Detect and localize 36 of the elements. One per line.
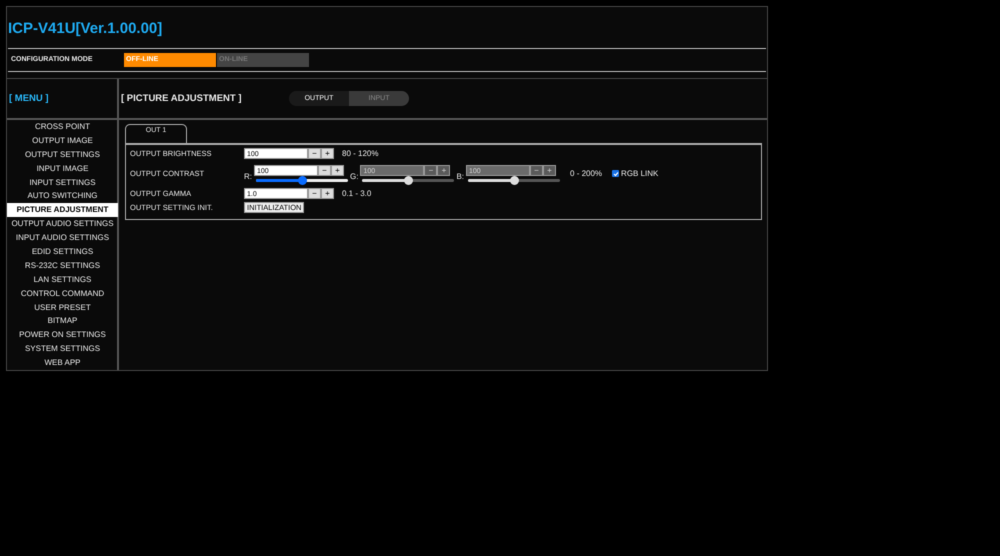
menu-title: [ MENU ]	[7, 78, 117, 120]
menu-item[interactable]: OUTPUT SETTINGS	[7, 148, 118, 162]
menu-item[interactable]: OUTPUT AUDIO SETTINGS	[7, 217, 118, 232]
menu-item[interactable]: CONTROL COMMAND	[7, 286, 118, 301]
menu-item[interactable]: LAN SETTINGS	[7, 272, 118, 287]
slider-handle[interactable]	[298, 176, 307, 186]
menu-item[interactable]: PICTURE ADJUSTMENT	[7, 203, 118, 218]
channel-label: R:	[244, 172, 252, 182]
checkbox[interactable]	[612, 170, 620, 178]
menu-item[interactable]: USER PRESET	[7, 300, 118, 314]
decrement-button[interactable]: −	[318, 165, 331, 176]
menu-item[interactable]: INPUT IMAGE	[7, 162, 118, 176]
menu-item[interactable]: BITMAP	[7, 314, 118, 328]
page-title: [ PICTURE ADJUSTMENT ]	[121, 92, 243, 104]
menu-item[interactable]: AUTO SWITCHING	[7, 189, 118, 204]
increment-button[interactable]: +	[331, 165, 344, 176]
checkbox-label: RGB LINK	[621, 169, 658, 178]
range-text: 0.1 - 3.0	[342, 189, 372, 198]
increment-button[interactable]: +	[321, 148, 334, 160]
channel-label: B:	[456, 172, 464, 182]
menu-item[interactable]: OUTPUT IMAGE	[7, 134, 118, 148]
menu-item[interactable]: INPUT SETTINGS	[7, 176, 118, 190]
menu-item[interactable]: INPUT AUDIO SETTINGS	[7, 231, 118, 245]
menu-item[interactable]: POWER ON SETTINGS	[7, 328, 118, 342]
menu-item[interactable]: SYSTEM SETTINGS	[7, 342, 118, 356]
menu-item[interactable]: RS-232C SETTINGS	[7, 258, 118, 273]
range-text: 80 - 120%	[342, 149, 378, 158]
decrement-button[interactable]: −	[308, 148, 321, 160]
menu-item[interactable]: WEB APP	[7, 356, 118, 370]
menu-item[interactable]: EDID SETTINGS	[7, 244, 118, 259]
menu-item[interactable]: CROSS POINT	[7, 120, 118, 134]
range-text: 0 - 200%	[570, 169, 602, 178]
app-title: ICP-V41U[Ver.1.00.00]	[7, 19, 164, 37]
decrement-button[interactable]: −	[308, 188, 321, 200]
channel-label: G:	[350, 172, 358, 182]
increment-button[interactable]: +	[321, 188, 334, 200]
